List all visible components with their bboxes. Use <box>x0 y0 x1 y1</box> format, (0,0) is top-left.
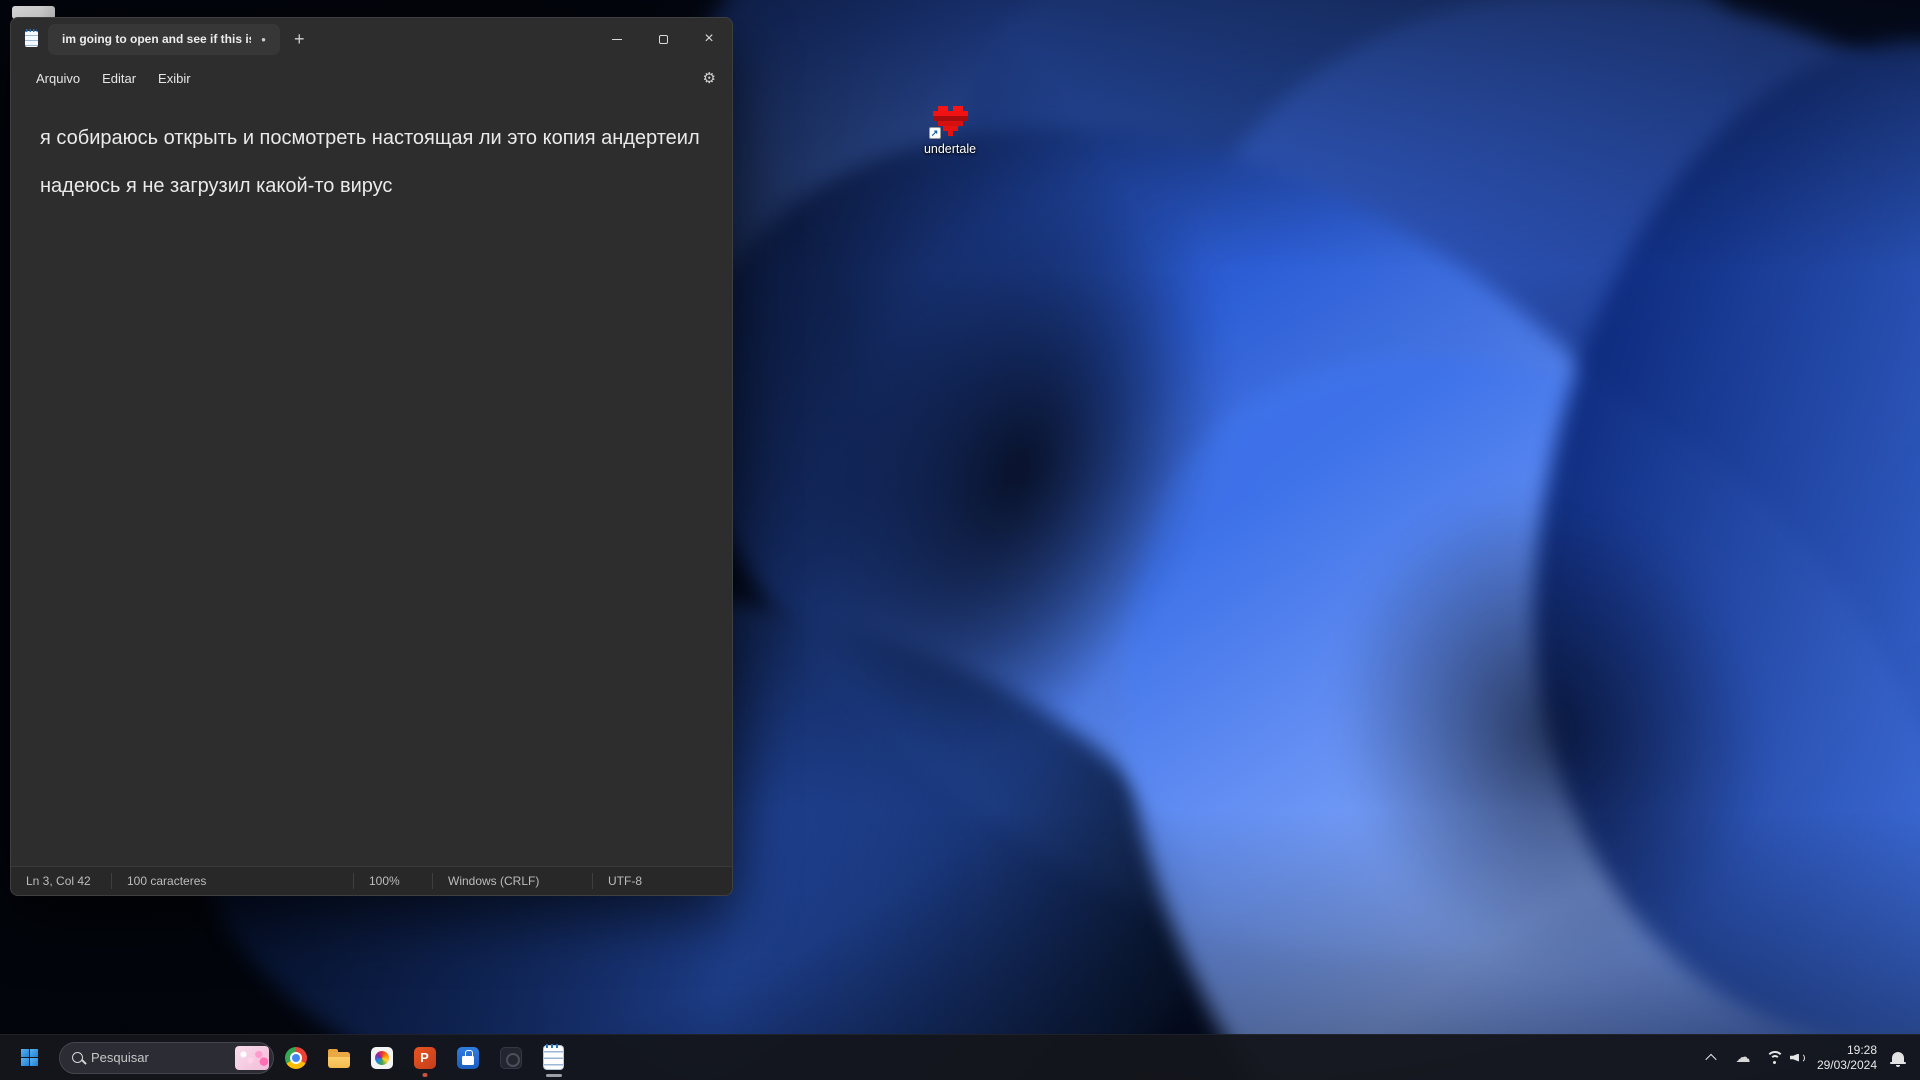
encoding: UTF-8 <box>593 874 732 888</box>
search-highlight-image[interactable] <box>235 1046 269 1070</box>
text-editor-area[interactable]: я собираюсь открыть и посмотреть настоящ… <box>11 96 732 866</box>
taskbar-photos[interactable] <box>362 1038 402 1078</box>
taskbar-store[interactable] <box>448 1038 488 1078</box>
minimize-button[interactable] <box>594 18 640 60</box>
onedrive-cloud-icon: ☁ <box>1735 1050 1750 1065</box>
notepad-statusbar: Ln 3, Col 42 100 caracteres 100% Windows… <box>11 866 732 895</box>
pixel-heart <box>933 106 938 111</box>
tray-onedrive[interactable]: ☁ <box>1728 1038 1758 1078</box>
notepad-tab[interactable]: im going to open and see if this is ● <box>48 24 280 55</box>
bell-icon <box>1892 1052 1904 1063</box>
cursor-position: Ln 3, Col 42 <box>11 874 111 888</box>
desktop-icon-label: undertale <box>924 142 976 156</box>
taskbar-notepad[interactable] <box>534 1038 574 1078</box>
taskbar-file-explorer[interactable] <box>319 1038 359 1078</box>
character-count: 100 caracteres <box>112 874 353 888</box>
editor-line-2 <box>40 150 712 174</box>
microsoft-store-icon <box>457 1047 479 1069</box>
powerpoint-icon: P <box>414 1047 436 1069</box>
notification-bell-button[interactable] <box>1883 1038 1913 1078</box>
editor-line-3: надеюсь я не загрузил какой-то вирус <box>40 174 712 198</box>
chrome-icon <box>285 1047 307 1069</box>
tray-chevron[interactable] <box>1696 1038 1726 1078</box>
wifi-icon <box>1766 1051 1784 1064</box>
undertale-heart-icon: ↗ <box>933 106 968 136</box>
tray-network-volume[interactable] <box>1760 1038 1811 1078</box>
search-input[interactable] <box>91 1050 235 1065</box>
search-icon <box>72 1052 83 1063</box>
taskbar-clock[interactable]: 19:28 29/03/2024 <box>1817 1043 1877 1073</box>
unsaved-indicator: ● <box>261 35 266 44</box>
active-app-indicator <box>546 1074 562 1077</box>
zoom-level: 100% <box>354 874 432 888</box>
taskbar-chrome[interactable] <box>276 1038 316 1078</box>
clock-time: 19:28 <box>1847 1043 1877 1058</box>
taskbar-search[interactable] <box>59 1042 274 1074</box>
window-controls: × <box>594 18 732 60</box>
taskbar-steam[interactable] <box>491 1038 531 1078</box>
desktop-screen: ↗ undertale im going to open and see if … <box>0 0 1920 1080</box>
maximize-icon <box>659 35 668 44</box>
taskbar: P ☁ 19:28 29/03/2024 <box>0 1034 1920 1080</box>
close-button[interactable]: × <box>686 18 732 60</box>
menu-editar[interactable]: Editar <box>91 66 147 91</box>
notepad-app-icon <box>25 31 38 47</box>
notepad-menubar: Arquivo Editar Exibir ⚙ <box>11 60 732 96</box>
tab-title: im going to open and see if this is <box>62 32 251 46</box>
chevron-up-icon <box>1705 1053 1716 1064</box>
volume-icon <box>1790 1052 1805 1064</box>
close-icon: × <box>704 31 713 47</box>
settings-gear-icon[interactable]: ⚙ <box>703 69 716 87</box>
running-indicator <box>422 1073 427 1077</box>
line-ending: Windows (CRLF) <box>433 874 592 888</box>
photos-icon <box>371 1047 393 1069</box>
notepad-titlebar[interactable]: im going to open and see if this is ● + … <box>11 18 732 60</box>
shortcut-arrow-badge: ↗ <box>929 127 941 139</box>
notepad-icon <box>544 1046 563 1069</box>
notepad-window: im going to open and see if this is ● + … <box>10 17 733 896</box>
windows-start-icon <box>21 1049 39 1067</box>
start-button[interactable] <box>10 1038 50 1078</box>
desktop-icon-undertale[interactable]: ↗ undertale <box>908 106 992 156</box>
steam-icon <box>500 1047 522 1069</box>
shortcut-arrow-glyph: ↗ <box>931 128 939 139</box>
clock-date: 29/03/2024 <box>1817 1058 1877 1073</box>
taskbar-powerpoint[interactable]: P <box>405 1038 445 1078</box>
menu-exibir[interactable]: Exibir <box>147 66 202 91</box>
editor-line-1: я собираюсь открыть и посмотреть настоящ… <box>40 126 712 150</box>
menu-arquivo[interactable]: Arquivo <box>25 66 91 91</box>
minimize-icon <box>612 39 622 40</box>
new-tab-button[interactable]: + <box>294 30 305 48</box>
maximize-button[interactable] <box>640 18 686 60</box>
file-explorer-icon <box>328 1052 350 1068</box>
